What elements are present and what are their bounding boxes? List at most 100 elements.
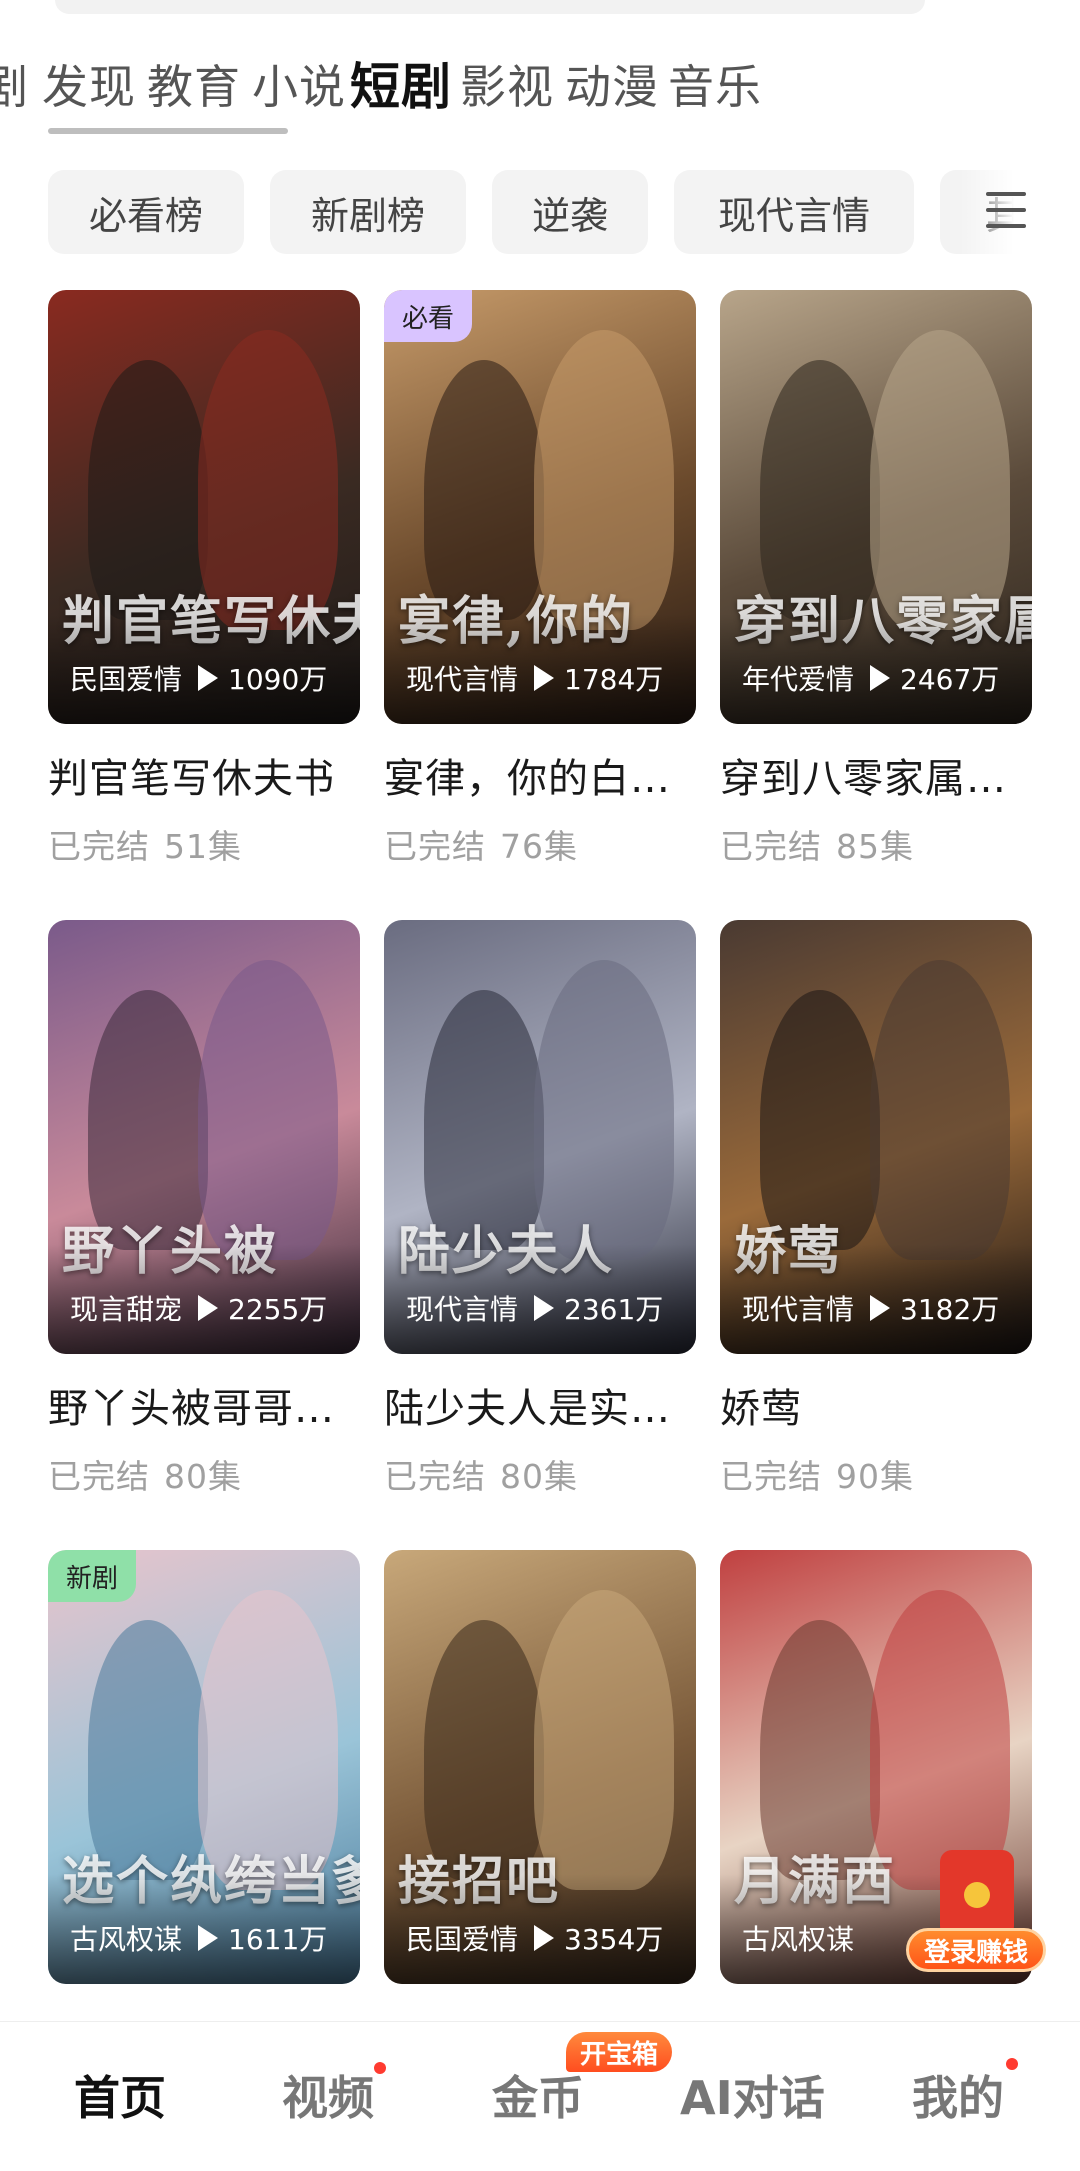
menu-icon[interactable] bbox=[986, 192, 1026, 232]
card-title[interactable]: 穿到八零家属… bbox=[720, 746, 1032, 804]
card-title[interactable]: 陆少夫人是实… bbox=[384, 1376, 696, 1434]
poster-image[interactable]: 选个纨绔当爹古风权谋1611万新剧 bbox=[48, 1550, 360, 1984]
poster-meta: 现代言情 3182万 bbox=[742, 1288, 999, 1328]
drama-card[interactable]: 穿到八零家属院年代爱情2467万穿到八零家属…已完结85集 bbox=[720, 290, 1032, 868]
card-subtitle: 已完结 51集 bbox=[48, 820, 360, 868]
poster-meta: 现代言情 2361万 bbox=[406, 1288, 663, 1328]
card-subtitle: 已完结 76集 bbox=[384, 820, 696, 868]
poster-image[interactable]: 判官笔写休夫书民国爱情1090万 bbox=[48, 290, 360, 724]
poster-image[interactable]: 娇莺现代言情3182万 bbox=[720, 920, 1032, 1354]
card-subtitle: 已完结 80集 bbox=[48, 1450, 360, 1498]
poster-meta: 民国爱情 3354万 bbox=[406, 1918, 663, 1958]
drama-card[interactable]: 判官笔写休夫书民国爱情1090万判官笔写休夫书已完结51集 bbox=[48, 290, 360, 868]
category-tabs: 剧 发现 教育 小说 短剧 影视 动漫 音乐 bbox=[0, 45, 1080, 125]
treasure-chest-badge[interactable]: 开宝箱 bbox=[566, 2032, 673, 2072]
tab-education[interactable]: 教育 bbox=[147, 51, 241, 117]
nav-ai-chat[interactable]: AI对话 bbox=[680, 2062, 825, 2128]
episode-count: 80集 bbox=[500, 1457, 578, 1496]
poster-image[interactable]: 穿到八零家属院年代爱情2467万 bbox=[720, 290, 1032, 724]
poster-image[interactable]: 野丫头被现言甜宠2255万 bbox=[48, 920, 360, 1354]
drama-card[interactable]: 宴律,你的现代言情1784万必看宴律，你的白…已完结76集 bbox=[384, 290, 696, 868]
genre-label: 古风权谋 bbox=[70, 1923, 183, 1956]
poster-image[interactable]: 陆少夫人现代言情2361万 bbox=[384, 920, 696, 1354]
tab-partial-left[interactable]: 剧 bbox=[0, 51, 29, 117]
tab-music[interactable]: 音乐 bbox=[668, 51, 762, 117]
genre-label: 现言甜宠 bbox=[70, 1293, 183, 1326]
chip-must-watch[interactable]: 必看榜 bbox=[48, 170, 244, 254]
play-icon bbox=[870, 665, 891, 691]
tab-discover[interactable]: 发现 bbox=[42, 51, 136, 117]
play-icon bbox=[198, 1295, 219, 1321]
status-label: 已完结 bbox=[48, 1457, 150, 1496]
drama-card[interactable]: 接招吧民国爱情3354万 bbox=[384, 1550, 696, 2030]
card-title[interactable]: 野丫头被哥哥… bbox=[48, 1376, 360, 1434]
genre-label: 年代爱情 bbox=[742, 663, 855, 696]
episode-count: 76集 bbox=[500, 827, 578, 866]
poster-meta: 民国爱情 1090万 bbox=[70, 658, 327, 698]
card-subtitle: 已完结 85集 bbox=[720, 820, 1032, 868]
drama-card[interactable]: 野丫头被现言甜宠2255万野丫头被哥哥…已完结80集 bbox=[48, 920, 360, 1498]
card-subtitle: 已完结 90集 bbox=[720, 1450, 1032, 1498]
tab-novel[interactable]: 小说 bbox=[252, 51, 346, 117]
drama-card[interactable]: 选个纨绔当爹古风权谋1611万新剧 bbox=[48, 1550, 360, 2030]
poster-meta: 古风权谋 1611万 bbox=[70, 1918, 327, 1958]
genre-label: 民国爱情 bbox=[70, 663, 183, 696]
play-icon bbox=[534, 665, 555, 691]
play-icon bbox=[198, 1925, 219, 1951]
login-earn-label: 登录赚钱 bbox=[906, 1928, 1046, 1972]
poster-meta: 古风权谋 bbox=[742, 1918, 854, 1958]
play-count: 3182万 bbox=[900, 1293, 1000, 1326]
card-title[interactable]: 宴律，你的白… bbox=[384, 746, 696, 804]
login-earn-float[interactable]: 登录赚钱 bbox=[906, 1850, 1046, 1980]
play-count: 2255万 bbox=[228, 1293, 328, 1326]
episode-count: 51集 bbox=[164, 827, 242, 866]
episode-count: 90集 bbox=[836, 1457, 914, 1496]
nav-video[interactable]: 视频 bbox=[282, 2062, 374, 2128]
genre-label: 古风权谋 bbox=[742, 1923, 855, 1956]
chip-modern-romance[interactable]: 现代言情 bbox=[674, 170, 914, 254]
play-icon bbox=[534, 1925, 555, 1951]
play-count: 1611万 bbox=[228, 1923, 328, 1956]
drama-grid: 判官笔写休夫书民国爱情1090万判官笔写休夫书已完结51集宴律,你的现代言情17… bbox=[48, 290, 1032, 2030]
play-count: 2361万 bbox=[564, 1293, 664, 1326]
play-icon bbox=[198, 665, 219, 691]
poster-figure bbox=[870, 960, 1010, 1260]
card-title[interactable]: 娇莺 bbox=[720, 1376, 1032, 1434]
play-count: 3354万 bbox=[564, 1923, 664, 1956]
tab-anime[interactable]: 动漫 bbox=[565, 51, 659, 117]
red-envelope-icon bbox=[940, 1850, 1014, 1938]
genre-label: 现代言情 bbox=[406, 1293, 519, 1326]
genre-label: 现代言情 bbox=[742, 1293, 855, 1326]
search-bar-edge[interactable] bbox=[55, 0, 925, 14]
card-badge: 新剧 bbox=[48, 1550, 137, 1602]
chip-new-drama[interactable]: 新剧榜 bbox=[270, 170, 466, 254]
play-count: 1784万 bbox=[564, 663, 664, 696]
scrolled-section-heading bbox=[48, 118, 308, 138]
nav-home[interactable]: 首页 bbox=[74, 2062, 166, 2128]
poster-meta: 现代言情 1784万 bbox=[406, 658, 663, 698]
play-count: 1090万 bbox=[228, 663, 328, 696]
drama-card[interactable]: 陆少夫人现代言情2361万陆少夫人是实…已完结80集 bbox=[384, 920, 696, 1498]
card-badge: 必看 bbox=[384, 290, 473, 342]
tab-short-drama[interactable]: 短剧 bbox=[350, 47, 452, 119]
genre-label: 现代言情 bbox=[406, 663, 519, 696]
status-label: 已完结 bbox=[720, 827, 822, 866]
chip-comeback[interactable]: 逆袭 bbox=[492, 170, 648, 254]
drama-card[interactable]: 娇莺现代言情3182万娇莺已完结90集 bbox=[720, 920, 1032, 1498]
notification-dot bbox=[1006, 2058, 1018, 2070]
card-subtitle: 已完结 80集 bbox=[384, 1450, 696, 1498]
filter-chips: 必看榜 新剧榜 逆袭 现代言情 其 bbox=[48, 170, 1080, 254]
play-count: 2467万 bbox=[900, 663, 1000, 696]
status-label: 已完结 bbox=[720, 1457, 822, 1496]
poster-meta: 现言甜宠 2255万 bbox=[70, 1288, 327, 1328]
tab-film-tv[interactable]: 影视 bbox=[460, 51, 554, 117]
notification-dot bbox=[374, 2062, 386, 2074]
play-icon bbox=[534, 1295, 555, 1321]
nav-me[interactable]: 我的 bbox=[912, 2062, 1004, 2128]
bottom-nav: 首页 视频 金币 开宝箱 AI对话 我的 bbox=[0, 2021, 1080, 2171]
episode-count: 80集 bbox=[164, 1457, 242, 1496]
card-title[interactable]: 判官笔写休夫书 bbox=[48, 746, 360, 804]
status-label: 已完结 bbox=[384, 827, 486, 866]
poster-image[interactable]: 宴律,你的现代言情1784万必看 bbox=[384, 290, 696, 724]
poster-image[interactable]: 接招吧民国爱情3354万 bbox=[384, 1550, 696, 1984]
